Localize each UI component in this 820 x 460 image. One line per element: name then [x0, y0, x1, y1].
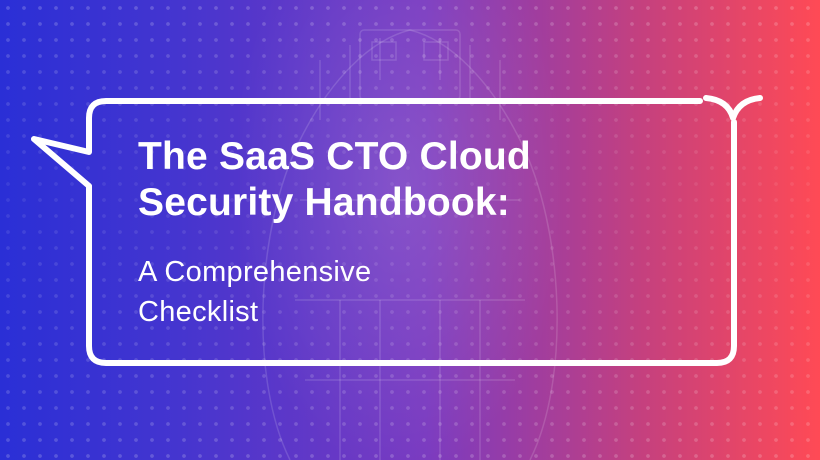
subheadline-line-2: Checklist [138, 296, 259, 328]
headline: The SaaS CTO Cloud Security Handbook: [138, 134, 698, 226]
subheadline-line-1: A Comprehensive [138, 256, 372, 288]
brand-chevron-mark [703, 95, 763, 121]
subheadline: A Comprehensive Checklist [138, 252, 698, 332]
headline-line-1: The SaaS CTO Cloud [138, 135, 531, 178]
headline-line-2: Security Handbook: [138, 181, 510, 224]
hero-banner: The SaaS CTO Cloud Security Handbook: A … [0, 0, 820, 460]
